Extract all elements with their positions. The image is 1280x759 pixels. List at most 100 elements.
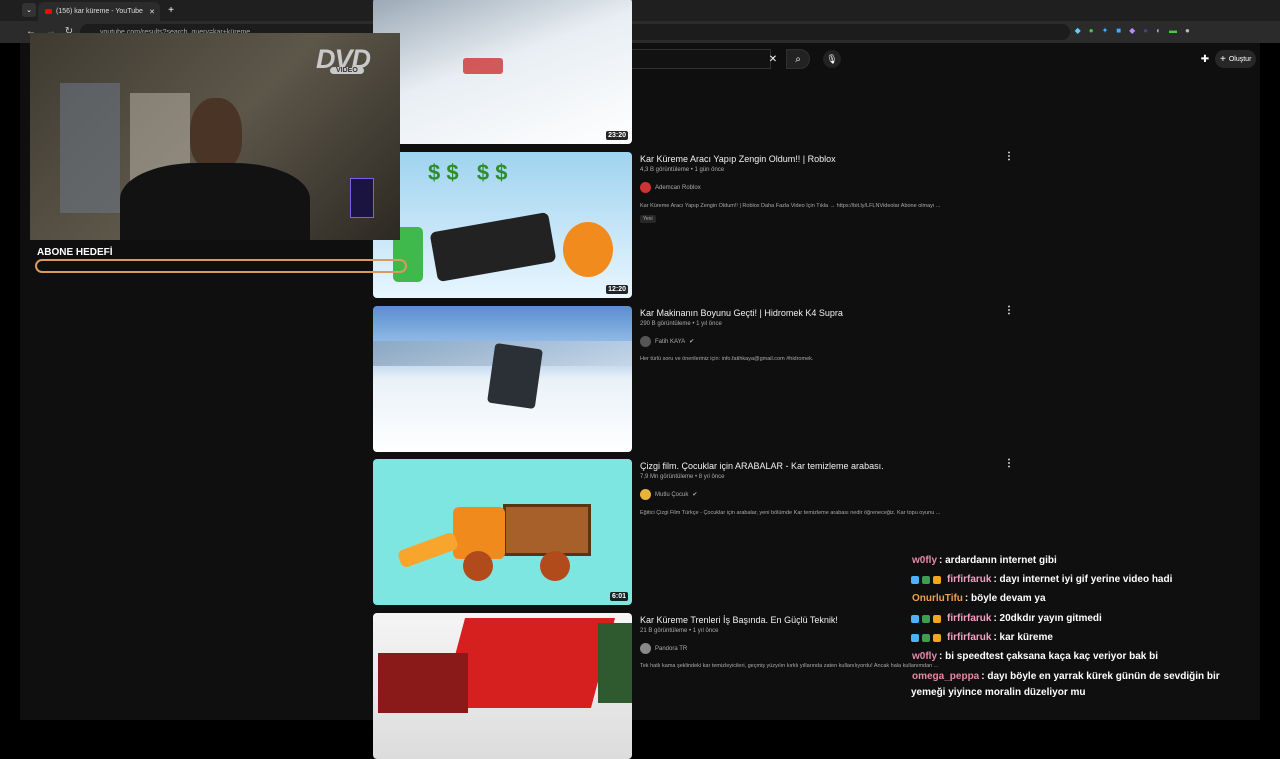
mic-icon: 🎙	[826, 53, 838, 64]
clear-search-icon[interactable]: ✕	[766, 52, 780, 66]
more-actions-icon[interactable]: ⋮	[1004, 305, 1014, 317]
profile-icon[interactable]: ●	[1185, 26, 1190, 35]
channel-name: Ademcan Roblox	[655, 184, 701, 191]
more-actions-icon[interactable]: ⋮	[1004, 151, 1014, 163]
chat-text: : kar küreme	[993, 632, 1053, 643]
extension-icon[interactable]: ●	[1089, 26, 1094, 35]
extension-icon[interactable]: ●	[1143, 26, 1148, 35]
locomotive-illustration	[378, 653, 468, 713]
chat-badge-icon	[933, 575, 941, 584]
more-actions-icon[interactable]: ⋮	[1004, 458, 1014, 470]
chat-text: : ardardanın internet gibi	[939, 555, 1057, 566]
chat-text: : bi speedtest çaksana kaça kaç veriyor …	[939, 651, 1159, 662]
video-title[interactable]: Çizgi film. Çocuklar için ARABALAR - Kar…	[640, 461, 884, 471]
chat-username: firfirfaruk	[947, 613, 992, 624]
video-title[interactable]: Kar Makinanın Boyunu Geçti! | Hidromek K…	[640, 308, 843, 318]
extension-icon[interactable]: ■	[1116, 26, 1121, 35]
notifications-icon[interactable]: ✚	[1198, 52, 1212, 66]
chat-message: firfirfaruk: dayı internet iyi gif yerin…	[911, 574, 1172, 585]
fridge-background	[60, 83, 120, 213]
trees-illustration	[598, 623, 632, 703]
chat-username: omega_peppa	[912, 671, 980, 682]
close-tab-icon[interactable]: ✕	[149, 8, 155, 16]
video-description: Kar Küreme Aracı Yapıp Zengin Oldum!! | …	[640, 203, 941, 209]
extension-icon[interactable]: ◐	[1156, 26, 1161, 35]
chat-text: : 20dkdır yayın gitmedi	[993, 613, 1102, 624]
chat-message: w0fly: bi speedtest çaksana kaça kaç ver…	[912, 651, 1158, 662]
channel-link[interactable]: Fatih KAYA ✔	[640, 336, 694, 347]
subscriber-goal-title: ABONE HEDEFİ	[37, 247, 113, 258]
chat-username: w0fly	[912, 651, 938, 662]
pumpkin-character-illustration	[563, 222, 613, 277]
verified-icon: ✔	[689, 339, 695, 345]
chat-message: omega_peppa: dayı böyle en yarrak kürek …	[912, 671, 1220, 682]
video-duration: 12:20	[606, 285, 628, 294]
channel-link[interactable]: Pandora TR	[640, 643, 687, 654]
video-thumbnail[interactable]: 23:20	[373, 0, 632, 144]
browser-tab-bar: ⌄ (156) kar küreme - YouTube ✕ +	[0, 0, 1280, 21]
search-button[interactable]: ⌕	[786, 49, 810, 69]
chat-badge-icon	[922, 614, 930, 623]
extension-icon[interactable]: ◆	[1075, 26, 1081, 35]
video-thumbnail[interactable]: $ $ $ $ 12:20	[373, 152, 632, 298]
video-meta: 7,9 Mn görüntüleme • 8 yıl önce	[640, 474, 725, 480]
streamer-head	[190, 98, 242, 170]
channel-name: Fatih KAYA	[655, 338, 686, 345]
avatar	[640, 182, 651, 193]
voice-search-button[interactable]: 🎙	[823, 50, 841, 68]
tab-title: (156) kar küreme - YouTube	[56, 8, 143, 15]
video-meta: 4,3 B görüntüleme • 1 gün önce	[640, 167, 725, 173]
video-thumbnail[interactable]	[373, 613, 632, 759]
verified-icon: ✔	[692, 492, 698, 498]
chat-badge-icon	[933, 633, 941, 642]
video-title[interactable]: Kar Küreme Trenleri İş Başında. En Güçlü…	[640, 615, 838, 625]
chat-badge-icon	[922, 633, 930, 642]
subscriber-goal-bar	[35, 259, 407, 273]
chat-message: firfirfaruk: kar küreme	[911, 632, 1053, 643]
money-icon: $ $ $ $	[428, 160, 508, 185]
extension-icon[interactable]: ✦	[1102, 26, 1109, 35]
chat-badge-icon	[911, 633, 919, 642]
video-thumbnail[interactable]: 6:01	[373, 459, 632, 605]
chat-message: firfirfaruk: 20dkdır yayın gitmedi	[911, 613, 1102, 624]
video-meta: 290 B görüntüleme • 1 yıl önce	[640, 321, 722, 327]
chat-badge-icon	[911, 575, 919, 584]
chat-badge-icon	[911, 614, 919, 623]
lamp-object	[350, 178, 374, 218]
video-thumbnail[interactable]	[373, 306, 632, 452]
search-icon: ⌕	[795, 53, 801, 65]
wheel-illustration	[463, 551, 493, 581]
extension-icon[interactable]: ◆	[1129, 26, 1135, 35]
plus-icon: +	[1220, 53, 1226, 65]
youtube-favicon-icon	[45, 9, 52, 14]
tab-search-icon[interactable]: ⌄	[22, 3, 36, 17]
chat-badge-icon	[922, 575, 930, 584]
new-badge: Yeni	[640, 215, 656, 223]
create-button[interactable]: + Oluştur	[1215, 50, 1257, 68]
chat-message: w0fly: ardardanın internet gibi	[912, 555, 1057, 566]
snow-vehicle-illustration	[463, 58, 503, 74]
new-tab-button[interactable]: +	[164, 3, 178, 17]
channel-name: Pandora TR	[655, 645, 688, 652]
video-meta: 21 B görüntüleme • 1 yıl önce	[640, 628, 719, 634]
video-title[interactable]: Kar Küreme Aracı Yapıp Zengin Oldum!! | …	[640, 154, 836, 164]
channel-link[interactable]: Mutlu Çocuk ✔	[640, 489, 697, 500]
truck-cargo-illustration	[503, 504, 591, 556]
extension-icon[interactable]: ▬	[1169, 26, 1177, 35]
channel-link[interactable]: Ademcan Roblox	[640, 182, 701, 193]
snow-machine-illustration	[487, 342, 543, 410]
video-description: Tek hatlı kama şeklindeki kar temizleyic…	[640, 663, 939, 669]
video-duration: 6:01	[609, 592, 628, 601]
create-label: Oluştur	[1228, 55, 1252, 63]
video-description: Her türlü soru ve önerileriniz için: inf…	[640, 356, 814, 362]
avatar	[640, 336, 651, 347]
chat-username: w0fly	[912, 555, 938, 566]
channel-name: Mutlu Çocuk	[655, 491, 689, 498]
chat-text: : dayı böyle en yarrak kürek günün de se…	[981, 671, 1220, 682]
browser-tab[interactable]: (156) kar küreme - YouTube ✕	[38, 2, 160, 21]
chat-text: : dayı internet iyi gif yerine video had…	[993, 574, 1173, 585]
avatar	[640, 643, 651, 654]
video-description: Eğitici Çizgi Film Türkçe - Çocuklar içi…	[640, 510, 941, 516]
chat-text-continued: yemeği yiyince moralin düzeliyor mu	[911, 687, 1086, 698]
wheel-illustration	[540, 551, 570, 581]
